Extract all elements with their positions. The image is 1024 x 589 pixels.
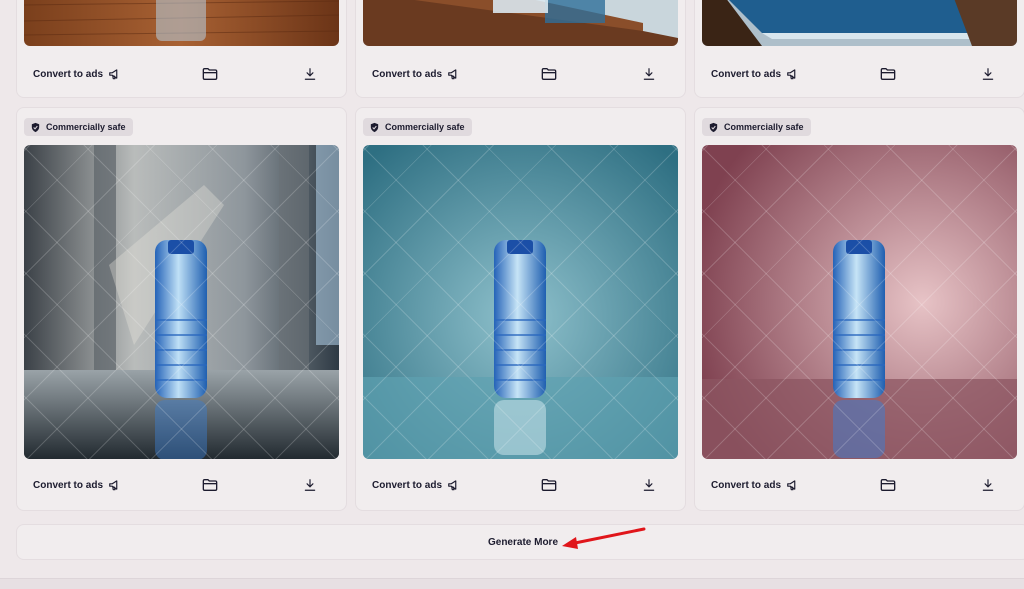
convert-to-ads-button[interactable]: Convert to ads: [711, 67, 800, 81]
megaphone-icon: [448, 69, 457, 80]
shield-check-icon: [709, 122, 718, 132]
generate-more-button[interactable]: Generate More: [16, 524, 1024, 560]
folder-icon[interactable]: [541, 67, 557, 81]
download-icon[interactable]: [303, 67, 317, 81]
download-icon[interactable]: [303, 478, 317, 492]
generated-image[interactable]: [24, 145, 339, 459]
convert-to-ads-button[interactable]: Convert to ads: [372, 67, 461, 81]
image-card: Commercially safe Convert to ads: [694, 107, 1024, 511]
commercially-safe-badge: Commercially safe: [24, 118, 133, 136]
generated-image[interactable]: [363, 0, 678, 46]
folder-icon[interactable]: [202, 478, 218, 492]
folder-icon[interactable]: [880, 478, 896, 492]
convert-label: Convert to ads: [372, 479, 443, 491]
commercially-safe-badge: Commercially safe: [363, 118, 472, 136]
generated-image[interactable]: [24, 0, 339, 46]
convert-to-ads-button[interactable]: Convert to ads: [372, 478, 461, 492]
convert-label: Convert to ads: [33, 68, 104, 80]
image-card: Commercially safe Convert to ads: [16, 107, 347, 511]
megaphone-icon: [448, 480, 457, 491]
megaphone-icon: [787, 69, 796, 80]
folder-icon[interactable]: [880, 67, 896, 81]
shield-check-icon: [31, 122, 40, 132]
download-icon[interactable]: [642, 478, 656, 492]
folder-icon[interactable]: [202, 67, 218, 81]
image-card: Convert to ads: [355, 0, 686, 98]
convert-label: Convert to ads: [33, 479, 104, 491]
download-icon[interactable]: [642, 67, 656, 81]
generated-image[interactable]: [702, 0, 1017, 46]
megaphone-icon: [109, 480, 118, 491]
convert-to-ads-button[interactable]: Convert to ads: [33, 67, 122, 81]
image-card: Commercially safe Convert to ads: [355, 107, 686, 511]
generated-image[interactable]: [702, 145, 1017, 459]
badge-label: Commercially safe: [46, 122, 126, 132]
download-icon[interactable]: [981, 67, 995, 81]
megaphone-icon: [109, 69, 118, 80]
megaphone-icon: [787, 480, 796, 491]
convert-to-ads-button[interactable]: Convert to ads: [33, 478, 122, 492]
shield-check-icon: [370, 122, 379, 132]
image-card: Convert to ads: [16, 0, 347, 98]
commercially-safe-badge: Commercially safe: [702, 118, 811, 136]
convert-label: Convert to ads: [711, 479, 782, 491]
folder-icon[interactable]: [541, 478, 557, 492]
download-icon[interactable]: [981, 478, 995, 492]
convert-label: Convert to ads: [711, 68, 782, 80]
badge-label: Commercially safe: [385, 122, 465, 132]
generated-image[interactable]: [363, 145, 678, 459]
badge-label: Commercially safe: [724, 122, 804, 132]
convert-label: Convert to ads: [372, 68, 443, 80]
convert-to-ads-button[interactable]: Convert to ads: [711, 478, 800, 492]
annotation-arrow-icon: [562, 527, 646, 549]
generate-more-label: Generate More: [487, 536, 559, 548]
page-footer-edge: [0, 578, 1024, 589]
image-card: Convert to ads: [694, 0, 1024, 98]
